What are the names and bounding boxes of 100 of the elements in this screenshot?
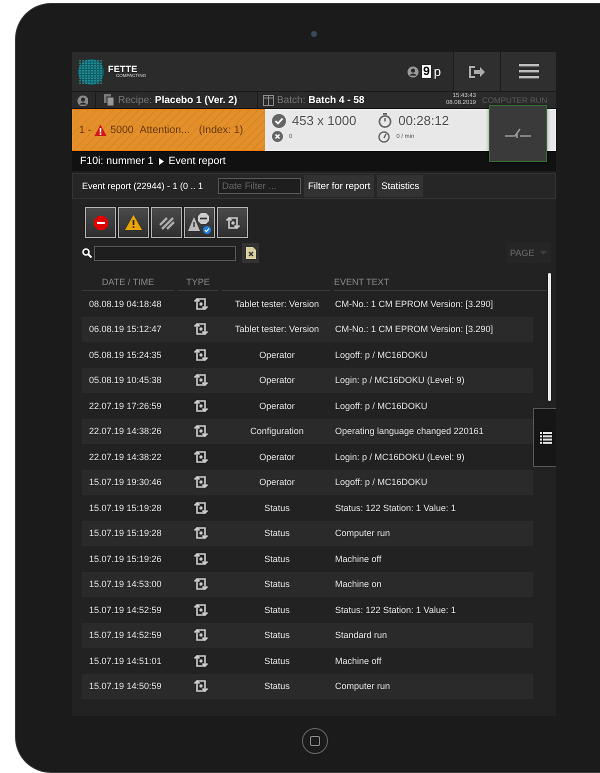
table-row[interactable]: 15.07.19 19:30:46 Operator Logoff: p / MC16DOKU — [82, 470, 533, 495]
table-cell-text: 15.07.19 15:19:28 — [88, 502, 163, 513]
cycle-icon — [192, 373, 208, 388]
table-cell-text: Machine off — [334, 656, 382, 666]
report-title: Event report (22944) - 1 (0 .. 1 — [82, 181, 204, 191]
good-count: 453 x 1000 — [292, 113, 356, 128]
table-cell-text: CM-No.: 1 CM EPROM Version: [3.290] — [334, 298, 494, 309]
user-level: 9 — [422, 65, 431, 78]
table-row[interactable]: 06.08.19 15:12:47 Tablet tester: Version CM-No.: 1 CM EPROM Version: [3.290] — [82, 316, 533, 342]
alarm-index: (Index: 1) — [198, 124, 244, 136]
export-button[interactable] — [242, 243, 259, 263]
table-cell-text: Logoff: p / MC16DOKU — [334, 477, 428, 488]
batch-value: Batch 4 - 58 — [308, 94, 364, 106]
reject-icon — [272, 131, 283, 142]
gauge-icon — [378, 131, 390, 143]
table-cell-text: Status: 122 Station: 1 Value: 1 — [334, 502, 457, 513]
stop-icon — [94, 216, 108, 230]
table-cell-text: Tablet tester: Version — [234, 324, 320, 334]
scrollbar[interactable] — [548, 273, 551, 401]
cycle-icon — [192, 577, 208, 592]
cycle-icon — [192, 450, 208, 464]
table-cell-text: Status — [263, 502, 291, 513]
cycle-icon — [192, 500, 208, 515]
table-cell-text: Status — [263, 630, 291, 640]
table-cell-text: 15.07.19 19:30:46 — [88, 477, 163, 488]
table-cell-text: Logoff: p / MC16DOKU — [334, 350, 428, 360]
table-cell-text: Computer run — [334, 528, 392, 538]
table-cell-text: 22.07.19 14:38:26 — [88, 426, 163, 436]
filter-button[interactable] — [184, 207, 215, 238]
breadcrumb-link[interactable]: F10i: nummer 1 — [80, 155, 154, 167]
table-cell-text: 15.07.19 15:19:26 — [88, 554, 163, 564]
table-cell-text: Operating language changed 220161 — [334, 426, 485, 436]
table-row[interactable]: 05.08.19 10:45:38 Operator Login: p / MC16DOKU (Level: 9) — [82, 368, 533, 393]
machine-switch-button[interactable] — [489, 105, 547, 162]
filter-button[interactable] — [151, 207, 182, 238]
page-label: PAGE — [510, 248, 534, 258]
table-cell-text: 15.07.19 14:51:01 — [88, 656, 163, 666]
home-button[interactable] — [302, 728, 328, 754]
table-row[interactable]: 15.07.19 14:52:59 Status Standard run — [82, 622, 533, 648]
batch-label: Batch: — [277, 94, 306, 106]
table-cell-text: 15.07.19 14:52:59 — [88, 630, 163, 640]
cycle-icon — [192, 679, 208, 694]
toolbar-button[interactable]: Statistics — [377, 175, 424, 197]
table-row[interactable]: 15.07.19 15:19:28 Status Computer run — [82, 520, 533, 546]
search-icon — [82, 248, 92, 258]
table-cell-text: 08.08.19 04:18:48 — [88, 298, 163, 309]
filter-button[interactable] — [217, 207, 248, 238]
table-cell-text: Machine on — [334, 579, 383, 590]
cycle-icon — [192, 475, 208, 490]
table-cell-text: Logoff: p / MC16DOKU — [334, 400, 428, 411]
camera-dot — [311, 31, 317, 37]
cycle-icon — [192, 602, 208, 617]
search-field[interactable] — [94, 246, 236, 260]
warning-icon — [94, 124, 108, 136]
cycle-icon — [192, 552, 208, 566]
checkmark-icon — [272, 114, 286, 128]
table-cell-text: CM-No.: 1 CM EPROM Version: [3.290] — [334, 324, 494, 334]
table-row[interactable]: 22.07.19 14:38:26 Configuration Operating language changed 220161 — [82, 418, 533, 444]
triangle-icon — [158, 158, 164, 164]
user-icon — [407, 66, 420, 78]
cycle-icon — [192, 348, 208, 362]
export-icon — [246, 247, 256, 259]
side-panel-tab[interactable] — [533, 408, 556, 467]
cycle-icon — [192, 654, 208, 668]
cycle-icon — [192, 424, 208, 438]
recipe-value: Placebo 1 (Ver. 2) — [154, 94, 238, 106]
toolbar-button[interactable]: Filter for report — [304, 175, 374, 197]
table-cell-text: Operator — [258, 350, 296, 360]
logo-text: FETTE — [108, 64, 138, 74]
table-cell-text: Status — [263, 528, 291, 538]
date-filter-field[interactable]: Date Filter ... — [218, 178, 301, 194]
cycle-icon — [192, 296, 208, 311]
cycle-icon — [192, 628, 208, 642]
stopwatch-icon — [378, 113, 392, 128]
menu-icon — [518, 64, 538, 79]
menu-button[interactable] — [500, 52, 556, 91]
table-cell-text: Status — [263, 579, 291, 590]
slashes-icon — [158, 216, 174, 230]
table-cell-text: 15.07.19 15:19:28 — [88, 528, 163, 538]
table-cell-text: 15.07.19 14:53:00 — [88, 579, 163, 590]
logout-button[interactable] — [453, 52, 500, 91]
table-cell-text: 22.07.19 17:26:59 — [88, 400, 163, 411]
filter-button[interactable] — [118, 207, 149, 238]
recipe-label: Recipe: — [118, 94, 152, 106]
breadcrumb-current: Event report — [168, 155, 226, 167]
table-row[interactable]: 15.07.19 14:53:00 Status Machine on — [82, 572, 533, 597]
table-cell-text: Status — [263, 554, 291, 564]
table-cell-text: Login: p / MC16DOKU (Level: 9) — [334, 375, 466, 386]
table-cell-text: 05.08.19 10:45:38 — [88, 375, 163, 386]
alarm-panel[interactable]: 1 - 5000 Attention... (Index: 1) — [72, 109, 265, 151]
logout-icon — [468, 64, 486, 78]
table-cell-text: Status — [263, 656, 291, 666]
table-cell-text: 06.08.19 15:12:47 — [88, 324, 163, 334]
table-cell-text: Operator — [258, 477, 296, 488]
alarm-message: Attention... — [140, 124, 190, 136]
table-row[interactable]: 15.07.19 14:50:59 Status Computer run — [82, 674, 533, 699]
alarm-number: 1 - — [79, 124, 92, 136]
filter-button[interactable] — [85, 207, 116, 238]
table-cell-text: Computer run — [334, 681, 392, 692]
table-cell-text: 22.07.19 14:38:22 — [88, 452, 163, 462]
